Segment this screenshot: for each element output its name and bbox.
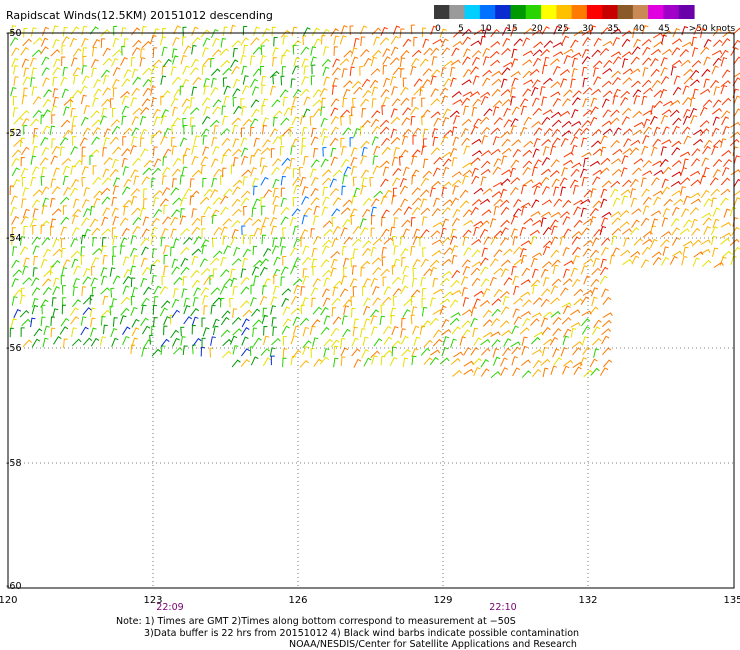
wind-barb-group [330,25,740,308]
lat-lon-grid [8,33,734,588]
note-line-1: Note: 1) Times are GMT 2)Times along bot… [116,616,516,627]
latitude-label: -52 [6,128,22,139]
wind-barb-group [9,24,740,378]
latitude-label: -54 [6,233,22,244]
longitude-label: 132 [578,595,597,606]
latitude-label: -50 [6,28,22,39]
wind-barb-group [9,25,600,379]
longitude-label: 135 [723,595,740,606]
wind-barb-group [449,25,740,236]
wind-map: 120 123 126 129 132 135-50-52-54-56-58-6022:0… [0,24,740,613]
note-line-2: 3)Data buffer is 22 hrs from 20151012 4)… [144,628,580,639]
longitude-label: 120 [0,595,18,606]
pass-time-label: 22:09 [156,602,183,613]
wind-barb-group [9,25,740,378]
latitude-label: -60 [6,581,22,592]
note-line-3: NOAA/NESDIS/Center for Satellite Applica… [289,639,577,650]
wind-barbs [9,24,740,379]
map-frame [7,32,735,589]
wind-barb-group [241,137,377,236]
latitude-label: -58 [6,458,22,469]
longitude-label: 126 [288,595,307,606]
pass-time-label: 22:10 [489,602,516,613]
axis-tick-labels: 120 123 126 129 132 135-50-52-54-56-58-6022:0… [0,28,740,613]
latitude-label: -56 [6,343,22,354]
longitude-label: 129 [433,595,452,606]
